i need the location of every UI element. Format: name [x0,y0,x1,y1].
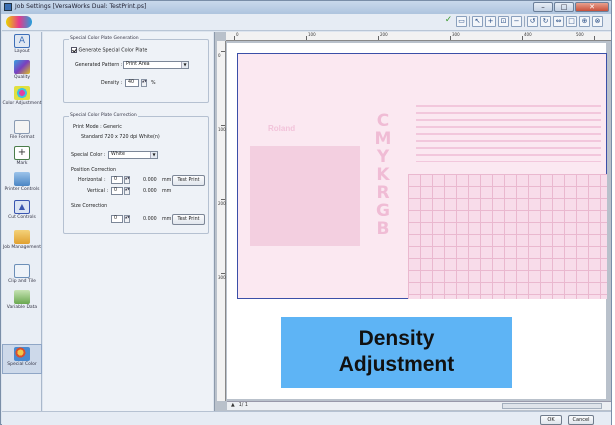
vertical-label: Vertical : [87,189,109,194]
printer-controls-icon [14,172,30,186]
print-mode-label: Print Mode : Generic [73,125,122,130]
quality-icon [14,60,30,74]
sidebar-item-variable-data[interactable]: Variable Data [2,290,42,310]
horizontal-ruler: 0 100 200 300 400 500 [226,32,611,41]
color-adjustment-icon [14,86,30,100]
zoom-area-icon[interactable]: ⊡ [498,16,509,27]
fit-page-icon[interactable]: ▭ [456,16,467,27]
vertical-mm-value: 0.000 [143,189,157,194]
cut-controls-icon: ▲ [14,200,30,214]
zoom-out-icon[interactable]: − [511,16,522,27]
density-spinner[interactable]: ▲▼ [141,79,147,87]
vertical-mm-unit: mm [162,189,172,194]
select-tool-icon[interactable]: ↖ [472,16,483,27]
generated-pattern-select[interactable]: Print Area ▼ [123,61,189,69]
special-color-settings-panel: Special Color Plate Generation Generate … [43,32,213,412]
horizontal-input[interactable]: 0 [111,176,123,184]
sidebar-item-cut-controls[interactable]: ▲ Cut Controls [2,200,42,220]
job-settings-window: Job Settings [VersaWorks Dual: TestPrint… [0,0,612,425]
special-color-label: Special Color : [71,153,106,158]
size-spinner[interactable]: ▲▼ [124,215,130,223]
density-label: Density : [101,81,123,86]
generate-plate-checkbox[interactable] [71,47,77,53]
preview-tools: ✓ ▭ ↖ + ⊡ − ↺ ↻ ⇔ □ ⊕ ⊗ [443,16,603,27]
position-test-print-button[interactable]: Test Print [172,175,205,186]
size-input[interactable]: 0 [111,215,123,223]
vertical-spinner[interactable]: ▲▼ [124,187,130,195]
chevron-down-icon: ▼ [150,152,157,158]
plate-correction-title: Special Color Plate Correction [69,113,138,118]
rotate-right-icon[interactable]: ↻ [540,16,551,27]
clip-and-tile-icon [14,264,30,278]
toolbar: ✓ ▭ ↖ + ⊡ − ↺ ↻ ⇔ □ ⊕ ⊗ [2,14,611,31]
size-test-print-button[interactable]: Test Print [172,214,205,225]
rotate-left-icon[interactable]: ↺ [527,16,538,27]
dialog-footer: OK Cancel [2,411,611,425]
sidebar-item-file-format[interactable]: File Format [2,120,42,140]
sidebar-item-mark[interactable]: + Mark [2,146,42,166]
maximize-button[interactable]: □ [554,2,574,12]
brand-logo-text: Roland [268,124,296,133]
versaworks-logo [6,16,32,28]
special-color-select[interactable]: White ▼ [108,151,158,159]
zoom-in-icon[interactable]: + [485,16,496,27]
plate-correction-group: Special Color Plate Correction Print Mod… [63,113,209,234]
horizontal-label: Horizontal : [78,178,106,183]
apply-check-icon[interactable]: ✓ [443,16,454,27]
sidebar-item-printer-controls[interactable]: Printer Controls [2,172,42,192]
center-icon[interactable]: ⊕ [579,16,590,27]
category-sidebar: A Layout Quality Color Adjustment File F… [2,32,42,425]
print-mode-value: Standard 720 x 720 dpi White(n) [81,135,160,140]
page-prev-icon[interactable]: ▲ [231,403,235,408]
horizontal-mm-value: 0.000 [143,178,157,183]
density-adjustment-callout: Density Adjustment [281,317,512,388]
sidebar-item-clip-and-tile[interactable]: Clip and Tile [2,264,42,284]
horizontal-spinner[interactable]: ▲▼ [124,176,130,184]
minimize-button[interactable]: – [533,2,553,12]
print-area-preview[interactable]: Roland CMYKRGB [237,53,607,299]
layout-icon: A [14,34,30,48]
window-title: Job Settings [VersaWorks Dual: TestPrint… [15,3,147,10]
file-format-icon [14,120,30,134]
horizontal-mm-unit: mm [162,178,172,183]
chevron-down-icon: ▼ [181,62,188,68]
frame-icon[interactable]: □ [566,16,577,27]
size-correction-title: Size Correction [71,204,108,209]
generated-pattern-label: Generated Pattern : [75,63,123,68]
vertical-ruler: 0 100 200 300 [217,41,226,401]
vertical-input[interactable]: 0 [111,187,123,195]
page-indicator: 1/ 1 [238,403,248,408]
position-correction-title: Position Correction [71,168,117,173]
variable-data-icon [14,290,30,304]
close-button[interactable]: ✕ [575,2,609,12]
plate-generation-title: Special Color Plate Generation [69,36,140,41]
page-navigator: ▲ 1/ 1 [227,401,611,410]
density-input[interactable]: 40 [125,79,139,87]
ok-button[interactable]: OK [540,415,562,425]
plate-generation-group: Special Color Plate Generation Generate … [63,36,209,103]
mirror-icon[interactable]: ⇔ [553,16,564,27]
horizontal-scrollbar[interactable] [502,403,602,409]
sidebar-item-layout[interactable]: A Layout [2,34,42,54]
app-icon [4,3,12,11]
job-management-icon [14,230,30,244]
sidebar-item-quality[interactable]: Quality [2,60,42,80]
cancel-button[interactable]: Cancel [568,415,594,425]
sidebar-item-special-color[interactable]: Special Color [2,344,42,374]
generate-plate-row: Generate Special Color Plate [71,47,147,54]
settings-icon[interactable]: ⊗ [592,16,603,27]
density-unit: % [151,81,156,86]
generate-plate-label: Generate Special Color Plate [78,48,148,54]
size-mm-unit: mm [162,217,172,222]
sidebar-item-color-adjustment[interactable]: Color Adjustment [2,86,42,106]
cmyk-text: CMYKRGB [374,111,392,239]
title-bar: Job Settings [VersaWorks Dual: TestPrint… [1,1,611,14]
sidebar-item-job-management[interactable]: Job Management [2,230,42,250]
size-mm-value: 0.000 [143,217,157,222]
mark-icon: + [14,146,30,160]
special-color-icon [14,347,30,361]
